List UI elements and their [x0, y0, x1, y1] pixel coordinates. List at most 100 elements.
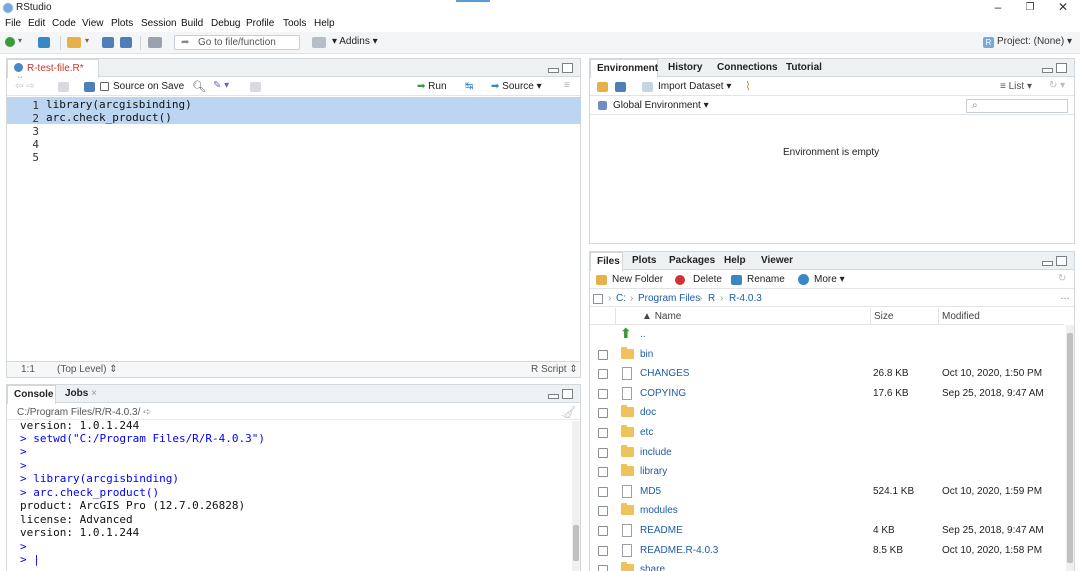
- scope-selector[interactable]: (Top Level) ⇕: [57, 364, 118, 375]
- grid-layout-icon[interactable]: [312, 37, 326, 48]
- console-path[interactable]: C:/Program Files/R/R-4.0.3/ ➪: [17, 407, 152, 418]
- new-folder-button[interactable]: New Folder: [612, 274, 663, 285]
- more-path-icon[interactable]: …: [1060, 291, 1070, 302]
- breadcrumb-r[interactable]: R: [708, 293, 715, 304]
- file-name-link[interactable]: library: [640, 466, 667, 477]
- editor-save-icon[interactable]: [84, 82, 95, 92]
- more-button[interactable]: More ▾: [814, 274, 845, 285]
- column-size[interactable]: Size: [874, 311, 893, 322]
- minimize-icon[interactable]: –: [988, 0, 1008, 14]
- restore-icon[interactable]: ❐: [1020, 2, 1040, 13]
- tab-viewer[interactable]: Viewer: [755, 252, 799, 270]
- menu-plots[interactable]: Plots: [111, 18, 133, 29]
- file-name-link[interactable]: share: [640, 564, 665, 571]
- menu-profile[interactable]: Profile: [246, 18, 274, 29]
- file-checkbox[interactable]: [598, 369, 608, 380]
- console-minmax-controls[interactable]: [548, 389, 574, 400]
- breadcrumb-r-version[interactable]: R-4.0.3: [729, 293, 762, 304]
- file-row[interactable]: README.R-4.0.3 8.5 KB Oct 10, 2020, 1:58 P…: [590, 541, 1062, 561]
- open-file-icon[interactable]: [67, 37, 81, 48]
- clear-console-icon[interactable]: 🧹︎: [561, 405, 576, 419]
- print-icon[interactable]: [148, 37, 162, 48]
- rerun-icon[interactable]: ↹: [465, 81, 473, 92]
- refresh-icon[interactable]: ↻ ▾: [1049, 80, 1065, 91]
- save-icon[interactable]: [102, 37, 114, 48]
- global-environment-selector[interactable]: Global Environment ▾: [613, 100, 709, 111]
- tab-console[interactable]: Console: [7, 385, 56, 404]
- column-modified[interactable]: Modified: [942, 311, 980, 322]
- file-row[interactable]: modules: [590, 501, 1062, 521]
- file-checkbox[interactable]: [598, 565, 608, 571]
- close-icon[interactable]: ✕: [1053, 0, 1073, 14]
- import-dataset-icon[interactable]: [642, 82, 653, 92]
- file-checkbox[interactable]: [598, 545, 608, 556]
- tab-connections[interactable]: Connections: [711, 59, 784, 77]
- tab-files[interactable]: Files: [590, 252, 623, 271]
- file-checkbox[interactable]: [598, 447, 608, 458]
- tab-history[interactable]: History: [662, 59, 708, 77]
- menu-build[interactable]: Build: [181, 18, 203, 29]
- file-checkbox[interactable]: [598, 526, 608, 536]
- breadcrumb-program-files[interactable]: Program Files: [638, 293, 700, 304]
- file-row[interactable]: MD5 524.1 KB Oct 10, 2020, 1:59 PM: [590, 482, 1062, 502]
- list-view-button[interactable]: ≡ List ▾: [1000, 81, 1032, 92]
- addins-button[interactable]: ▾ Addins ▾: [332, 36, 378, 47]
- file-name-link[interactable]: README.R-4.0.3: [640, 545, 718, 556]
- files-minmax-controls[interactable]: [1042, 256, 1068, 267]
- file-name-link[interactable]: modules: [640, 505, 678, 516]
- menu-debug[interactable]: Debug: [211, 18, 240, 29]
- file-row[interactable]: library: [590, 462, 1062, 482]
- menu-view[interactable]: View: [82, 18, 104, 29]
- console-scrollbar[interactable]: [572, 421, 580, 571]
- file-checkbox[interactable]: [598, 506, 608, 517]
- menu-code[interactable]: Code: [52, 18, 76, 29]
- file-checkbox[interactable]: [598, 486, 608, 497]
- file-row[interactable]: etc: [590, 423, 1062, 443]
- tab-tutorial[interactable]: Tutorial: [780, 59, 828, 77]
- file-row[interactable]: README 4 KB Sep 25, 2018, 9:47 AM: [590, 521, 1062, 541]
- tab-packages[interactable]: Packages: [663, 252, 721, 270]
- import-dataset-button[interactable]: Import Dataset ▾: [658, 81, 731, 92]
- files-scrollbar[interactable]: [1066, 325, 1074, 571]
- source-button[interactable]: ➡ Source ▾: [491, 81, 542, 92]
- new-project-icon[interactable]: [38, 37, 50, 48]
- file-name-link[interactable]: bin: [640, 349, 653, 360]
- file-name-link[interactable]: include: [640, 447, 672, 458]
- menu-edit[interactable]: Edit: [28, 18, 45, 29]
- environment-search-input[interactable]: ⌕: [966, 99, 1068, 113]
- show-in-window-icon[interactable]: [58, 82, 69, 92]
- new-file-icon[interactable]: [5, 37, 15, 47]
- delete-button[interactable]: Delete: [693, 274, 722, 285]
- file-checkbox[interactable]: [598, 428, 608, 438]
- open-dropdown-icon[interactable]: ▾: [85, 36, 89, 45]
- tab-environment[interactable]: Environment: [590, 59, 658, 78]
- search-icon[interactable]: 🔍︎: [192, 80, 206, 93]
- file-row[interactable]: share: [590, 560, 1062, 571]
- code-line[interactable]: library(arcgisbinding): [46, 99, 192, 110]
- project-menu[interactable]: R Project: (None) ▾: [982, 36, 1072, 48]
- files-scroll-thumb[interactable]: [1067, 333, 1073, 563]
- new-file-dropdown-icon[interactable]: ▾: [18, 36, 22, 45]
- goto-file-input[interactable]: ➦ Go to file/function: [174, 35, 300, 50]
- environment-minmax-controls[interactable]: [1042, 63, 1068, 74]
- file-checkbox[interactable]: [598, 467, 608, 478]
- file-checkbox[interactable]: [598, 388, 608, 399]
- menu-session[interactable]: Session: [141, 18, 177, 29]
- source-on-save-checkbox[interactable]: [100, 82, 109, 91]
- file-name-link[interactable]: MD5: [640, 486, 661, 497]
- document-outline-icon[interactable]: ≡: [564, 80, 570, 91]
- compile-report-icon[interactable]: [250, 82, 261, 92]
- back-forward-icon[interactable]: ⇦ ⇨: [15, 81, 35, 92]
- load-workspace-icon[interactable]: [597, 82, 608, 92]
- tab-plots[interactable]: Plots: [626, 252, 662, 270]
- code-line[interactable]: arc.check_product(): [46, 112, 172, 123]
- tab-jobs[interactable]: Jobs ×: [59, 385, 103, 403]
- file-name-link[interactable]: README: [640, 525, 683, 536]
- rename-button[interactable]: Rename: [747, 274, 785, 285]
- select-all-checkbox[interactable]: [593, 294, 603, 304]
- files-refresh-icon[interactable]: ↻: [1058, 273, 1066, 284]
- file-row[interactable]: COPYING 17.6 KB Sep 25, 2018, 9:47 AM: [590, 384, 1062, 404]
- run-button[interactable]: ➡ Run: [417, 81, 447, 92]
- magic-wand-icon[interactable]: ✎ ▾: [213, 80, 229, 91]
- file-row[interactable]: include: [590, 443, 1062, 463]
